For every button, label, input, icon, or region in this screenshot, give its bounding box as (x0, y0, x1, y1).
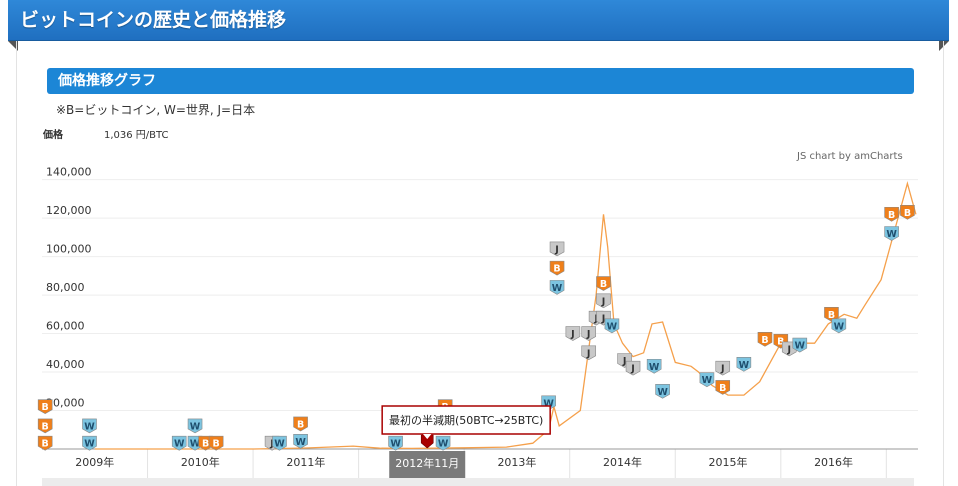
event-marker-label: J (570, 329, 575, 340)
event-marker-label: W (702, 375, 713, 386)
event-marker-label: W (834, 321, 845, 332)
y-tick-label: 100,000 (46, 243, 92, 256)
event-marker-label: J (601, 296, 606, 307)
event-marker-label: B (42, 421, 49, 432)
event-marker-label: W (607, 321, 618, 332)
annotation-text: 最初の半減期(50BTC→25BTC) (389, 413, 543, 427)
event-marker-label: W (552, 283, 563, 294)
event-marker-label: W (657, 387, 668, 398)
event-marker-label: B (42, 439, 49, 450)
event-marker-label: W (190, 421, 201, 432)
x-tick-label: 2011年 (286, 455, 325, 469)
event-marker-label: B (888, 210, 895, 221)
event-marker-label: W (84, 439, 95, 450)
x-tick-label: 2014年 (603, 455, 642, 469)
cursor-label: 2012年11月 (395, 456, 459, 470)
event-marker-label: B (904, 208, 911, 219)
event-marker-label: J (786, 344, 791, 355)
event-marker-label: B (42, 402, 49, 413)
event-marker-label: J (586, 329, 591, 340)
event-marker-label: W (390, 439, 401, 450)
event-marker-label: W (84, 421, 95, 432)
event-marker-label: W (649, 362, 660, 373)
event-marker-label: J (554, 244, 559, 255)
event-marker-label: B (202, 439, 209, 450)
event-marker-label: B (761, 335, 768, 346)
x-tick-label: 2013年 (497, 455, 536, 469)
event-marker-label: J (720, 364, 725, 375)
event-marker-label: J (630, 364, 635, 375)
event-marker-label: W (886, 229, 897, 240)
x-tick-label: 2016年 (814, 455, 853, 469)
y-tick-label: 80,000 (46, 281, 85, 294)
event-marker-label: J (586, 348, 591, 359)
event-marker-label: B (719, 383, 726, 394)
x-tick-label: 2009年 (75, 455, 114, 469)
chart-scrollbar[interactable] (42, 478, 914, 486)
x-tick-label: 2010年 (181, 455, 220, 469)
event-marker-label: B (600, 279, 607, 290)
event-marker-label: J (622, 356, 627, 367)
y-tick-label: 140,000 (46, 166, 92, 179)
price-chart[interactable]: 20,00040,00060,00080,000100,000120,00014… (0, 0, 958, 486)
x-tick-label: 2015年 (709, 455, 748, 469)
event-marker-label: J (601, 314, 606, 325)
y-tick-label: 60,000 (46, 320, 85, 333)
y-tick-label: 40,000 (46, 358, 85, 371)
event-marker-label: W (795, 341, 806, 352)
event-marker-label: B (297, 419, 304, 430)
event-marker-label: B (553, 264, 560, 275)
event-marker-label: W (739, 360, 750, 371)
event-marker-label: W (274, 439, 285, 450)
event-marker-label: W (295, 437, 306, 448)
y-tick-label: 120,000 (46, 204, 92, 217)
event-marker-label: W (174, 439, 185, 450)
event-marker-label: W (438, 439, 449, 450)
event-marker-label: B (213, 439, 220, 450)
